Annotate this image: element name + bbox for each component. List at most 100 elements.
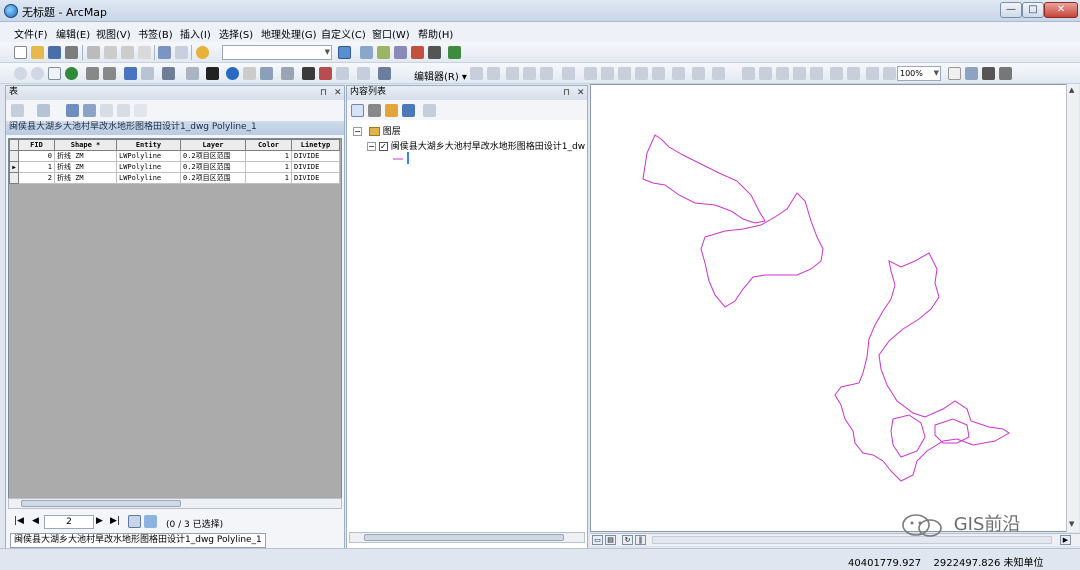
column-header-layer[interactable]: Layer: [180, 139, 246, 151]
clear-selection-table-icon[interactable]: [100, 104, 113, 117]
pan-icon[interactable]: [48, 67, 61, 80]
menu-insert[interactable]: 插入(I): [180, 26, 211, 41]
straight-segment-icon[interactable]: [506, 67, 519, 80]
redo-icon[interactable]: [175, 46, 188, 59]
table-delete-icon[interactable]: [134, 104, 147, 117]
find-icon[interactable]: [302, 67, 315, 80]
save-icon[interactable]: [48, 46, 61, 59]
model-builder-icon[interactable]: [448, 46, 461, 59]
fixed-zoom-in-layout-icon[interactable]: [830, 67, 843, 80]
layer-row[interactable]: − ✓ 闽侯县大湖乡大池村旱改水地形图格田设计1_dw: [367, 139, 585, 152]
first-record-button[interactable]: |◀: [14, 516, 24, 526]
menu-windows[interactable]: 窗口(W): [372, 26, 410, 41]
add-data-icon[interactable]: [196, 46, 209, 59]
column-header-color[interactable]: Color: [245, 139, 292, 151]
hyperlink-icon[interactable]: [243, 67, 256, 80]
maximize-button[interactable]: □: [1022, 2, 1044, 18]
edit-annotation-icon[interactable]: [487, 67, 500, 80]
menu-view[interactable]: 视图(V): [96, 26, 131, 41]
python-window-icon[interactable]: [428, 46, 441, 59]
data-view-button[interactable]: ▭: [592, 535, 603, 545]
menu-edit[interactable]: 编辑(E): [56, 26, 90, 41]
create-viewer-icon[interactable]: [378, 67, 391, 80]
menu-geoprocessing[interactable]: 地理处理(G): [261, 26, 317, 41]
pause-drawing-button[interactable]: ‖: [635, 535, 646, 545]
endpoint-arc-icon[interactable]: [523, 67, 536, 80]
focus-data-frame-icon[interactable]: [965, 67, 978, 80]
menu-customize[interactable]: 自定义(C): [321, 26, 366, 41]
zoom-100-icon[interactable]: [810, 67, 823, 80]
collapse-icon[interactable]: −: [367, 142, 376, 151]
cut-polygons-icon[interactable]: [618, 67, 631, 80]
layout-pan-icon[interactable]: [776, 67, 789, 80]
list-by-selection-icon[interactable]: [402, 104, 415, 117]
cell-color[interactable]: 1: [245, 161, 292, 173]
scrollbar-thumb[interactable]: [364, 534, 564, 541]
create-features-icon[interactable]: [692, 67, 705, 80]
cell-layer[interactable]: 0.2项目区范围: [180, 150, 246, 162]
cell-linetype[interactable]: DIVIDE: [291, 161, 340, 173]
scroll-up-arrow[interactable]: ▲: [1069, 86, 1074, 94]
cell-layer[interactable]: 0.2项目区范围: [180, 172, 246, 184]
html-popup-icon[interactable]: [260, 67, 273, 80]
layout-tool-icon[interactable]: [712, 67, 725, 80]
layout-zoom-in-icon[interactable]: [742, 67, 755, 80]
edit-tool-icon[interactable]: [470, 67, 483, 80]
search-window-icon[interactable]: [394, 46, 407, 59]
delete-icon[interactable]: [138, 46, 151, 59]
fixed-zoom-out-layout-icon[interactable]: [847, 67, 860, 80]
zoom-in-icon[interactable]: [14, 67, 27, 80]
rotate-icon[interactable]: [635, 67, 648, 80]
layout-zoom-out-icon[interactable]: [759, 67, 772, 80]
print-icon[interactable]: [65, 46, 78, 59]
back-extent-icon[interactable]: [124, 67, 137, 80]
editor-menu[interactable]: 编辑器(R) ▾: [414, 68, 467, 83]
time-slider-icon[interactable]: [357, 67, 370, 80]
open-icon[interactable]: [31, 46, 44, 59]
editor-toolbar-icon[interactable]: [338, 46, 351, 59]
select-by-attributes-icon[interactable]: [66, 104, 79, 117]
toc-options-icon[interactable]: [423, 104, 436, 117]
current-record-field[interactable]: 2: [44, 515, 94, 529]
row-selector[interactable]: [9, 150, 19, 162]
new-document-icon[interactable]: [14, 46, 27, 59]
go-forward-extent-layout-icon[interactable]: [883, 67, 896, 80]
menu-file[interactable]: 文件(F): [14, 26, 48, 41]
zoom-out-icon[interactable]: [31, 67, 44, 80]
scroll-down-arrow[interactable]: ▼: [1069, 520, 1074, 528]
table-tab[interactable]: 闽侯县大湖乡大池村旱改水地形图格田设计1_dwg Polyline_1: [10, 533, 266, 548]
map-canvas[interactable]: [591, 85, 1071, 533]
select-features-icon[interactable]: [162, 67, 175, 80]
cell-shape[interactable]: 折线 ZM: [54, 150, 117, 162]
copy-icon[interactable]: [104, 46, 117, 59]
toggle-draft-mode-icon[interactable]: [948, 67, 961, 80]
scrollbar-thumb[interactable]: [21, 500, 181, 507]
table-options-icon[interactable]: [11, 104, 24, 117]
cell-fid[interactable]: 2: [18, 172, 55, 184]
column-header-fid[interactable]: FID: [18, 139, 55, 151]
select-elements-icon[interactable]: [206, 67, 219, 80]
table-pin-icon[interactable]: ⊓: [320, 87, 327, 100]
paste-icon[interactable]: [121, 46, 134, 59]
edit-vertices-icon[interactable]: [584, 67, 597, 80]
cell-fid[interactable]: 0: [18, 150, 55, 162]
table-row[interactable]: 0 折线 ZM LWPolyline 0.2项目区范围 1 DIVIDE: [9, 150, 340, 162]
menu-help[interactable]: 帮助(H): [418, 26, 453, 41]
switch-selection-icon[interactable]: [83, 104, 96, 117]
table-close-icon[interactable]: ✕: [334, 87, 342, 100]
delete-selected-icon[interactable]: [117, 104, 130, 117]
clear-selection-icon[interactable]: [186, 67, 199, 80]
row-selector[interactable]: [9, 172, 19, 184]
map-horizontal-scrollbar[interactable]: [652, 536, 1052, 544]
scroll-right-arrow[interactable]: ▶: [1060, 535, 1071, 545]
full-extent-icon[interactable]: [65, 67, 78, 80]
toc-pin-icon[interactable]: ⊓: [563, 87, 570, 100]
cell-shape[interactable]: 折线 ZM: [54, 172, 117, 184]
polyline-feature[interactable]: [890, 414, 926, 458]
find-route-icon[interactable]: [319, 67, 332, 80]
list-by-source-icon[interactable]: [368, 104, 381, 117]
reshape-icon[interactable]: [601, 67, 614, 80]
row-selector-header[interactable]: [9, 139, 19, 151]
layout-view-button[interactable]: ▤: [605, 535, 616, 545]
measure-icon[interactable]: [281, 67, 294, 80]
